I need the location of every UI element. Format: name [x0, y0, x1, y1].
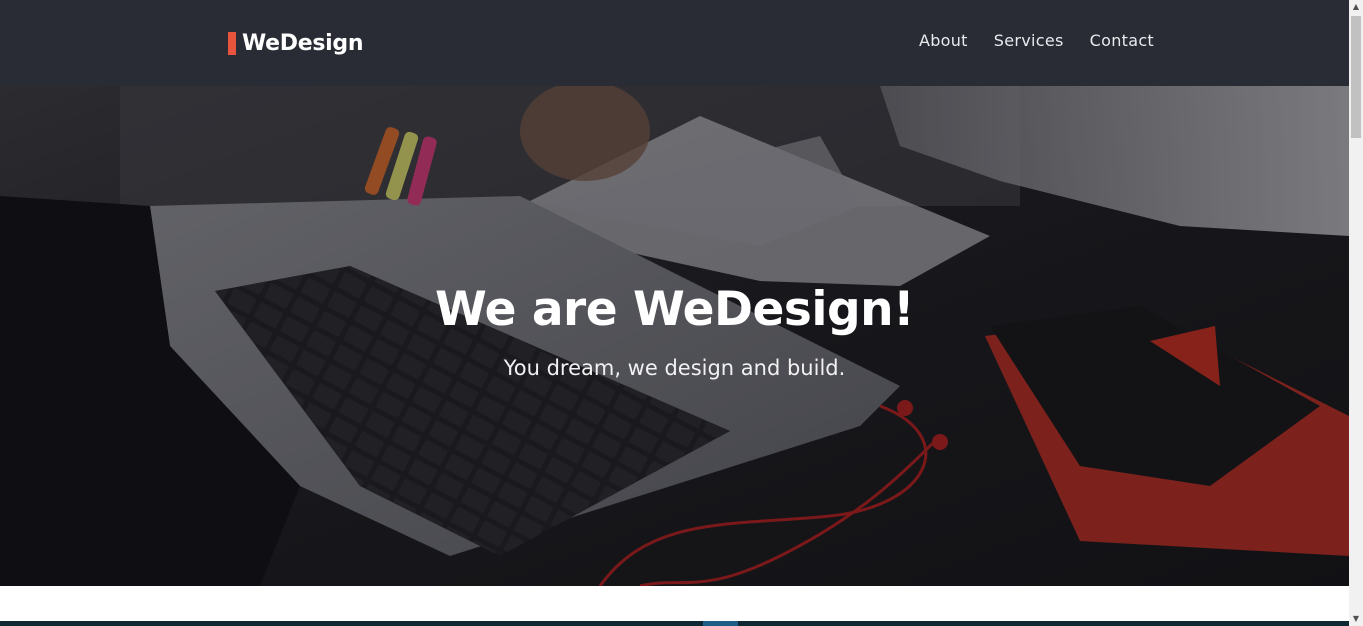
- hero-subtitle: You dream, we design and build.: [503, 356, 846, 380]
- nav-link-contact[interactable]: Contact: [1090, 31, 1154, 50]
- nav-link-services[interactable]: Services: [994, 31, 1064, 50]
- main-nav: About Services Contact: [919, 31, 1154, 50]
- logo-accent-bar: [228, 31, 236, 55]
- hero-title: We are WeDesign!: [434, 282, 915, 337]
- scroll-down-arrow-icon[interactable]: ▼: [1349, 612, 1363, 626]
- next-section-edge: [0, 621, 1349, 626]
- nav-link-about[interactable]: About: [919, 31, 968, 50]
- page-scrollbar[interactable]: ▲ ▼: [1349, 0, 1363, 626]
- scroll-thumb[interactable]: [1351, 16, 1361, 138]
- site-header: WeDesign About Services Contact: [0, 0, 1349, 86]
- next-section-accent: [703, 621, 738, 626]
- hero-section: We are WeDesign! You dream, we design an…: [0, 86, 1349, 586]
- page: WeDesign About Services Contact We are W…: [0, 0, 1349, 626]
- scroll-up-arrow-icon[interactable]: ▲: [1349, 0, 1363, 14]
- logo-link[interactable]: WeDesign: [228, 29, 364, 57]
- logo-text: WeDesign: [242, 30, 364, 56]
